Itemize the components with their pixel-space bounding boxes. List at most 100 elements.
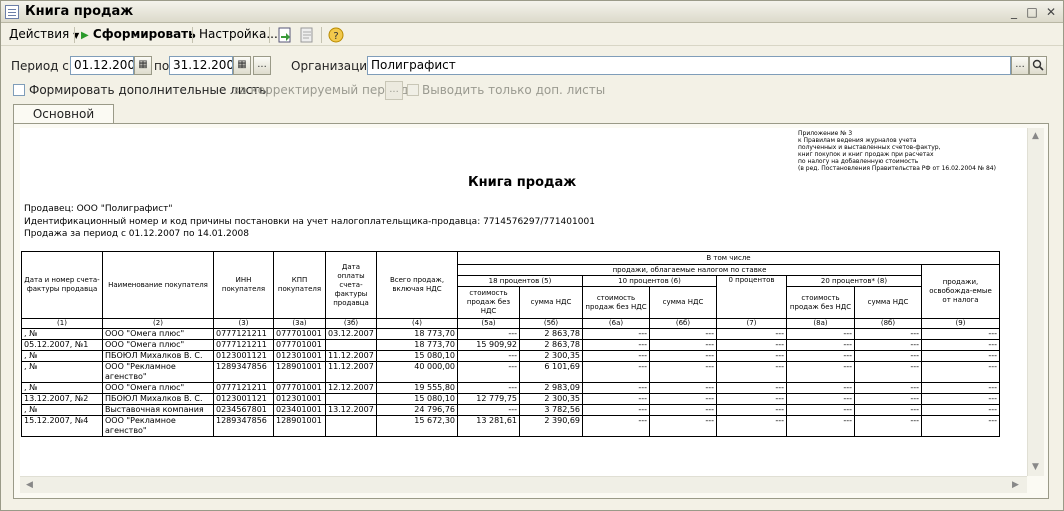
- period-to-input[interactable]: 31.12.2007: [169, 56, 233, 75]
- cell-c5b: 2 983,09: [519, 382, 583, 394]
- column-number: (8а): [786, 318, 855, 329]
- settings-button[interactable]: Настройка...: [199, 27, 278, 41]
- scroll-left-icon[interactable]: ◀: [26, 480, 33, 490]
- minimize-icon[interactable]: _: [1007, 5, 1021, 19]
- sales-book-window: Книга продаж _ □ ✕ Действия ▼ ▶ Сформиро…: [0, 0, 1064, 511]
- cell-c5b: 2 863,78: [519, 328, 583, 340]
- toolbar-divider: [192, 27, 193, 43]
- cell-kpp: 023401001: [273, 404, 326, 416]
- period-from-input[interactable]: 01.12.2007: [70, 56, 134, 75]
- column-number: (5б): [519, 318, 583, 329]
- cell-kpp: 077701001: [273, 328, 326, 340]
- toolbar-divider: [74, 27, 75, 43]
- appendix-line: к Правилам ведения журналов учета: [798, 137, 917, 144]
- cell-inn: 0777121211: [213, 328, 274, 340]
- corrected-period-button[interactable]: ...: [385, 81, 403, 100]
- corrected-period-label: за корректируемый период: [233, 83, 409, 97]
- cell-c8b: ---: [854, 404, 922, 416]
- cell-paid: [325, 415, 377, 437]
- cell-c9: ---: [921, 339, 1000, 351]
- close-icon[interactable]: ✕: [1044, 5, 1058, 19]
- cell-c8a: ---: [786, 382, 855, 394]
- column-number: (3б): [325, 318, 377, 329]
- table-row: , № ООО "Омега плюс" 0777121211 077701001 03…: [21, 328, 1000, 340]
- header-rate-0: 0 процентов: [716, 275, 787, 319]
- cell-c8b: ---: [854, 382, 922, 394]
- cell-inn: 0777121211: [213, 339, 274, 351]
- column-numbers-row: (1) (2) (3) (3а) (3б) (4) (5а) (5б) (6а) (6б) (7)(…: [21, 318, 1000, 329]
- only-additional-checkbox[interactable]: [407, 84, 419, 96]
- header-rate-18: 18 процентов (5): [457, 275, 583, 287]
- cell-date: 05.12.2007, №1: [21, 339, 103, 351]
- appendix-line: по налогу на добавленную стоимость: [798, 158, 919, 165]
- generate-button[interactable]: ▶ Сформировать: [81, 27, 196, 41]
- cell-inn: 1289347856: [213, 415, 274, 437]
- seller-line: Продавец: ООО "Полиграфист": [24, 204, 173, 214]
- cell-total: 40 000,00: [376, 361, 458, 383]
- actions-label: Действия: [9, 27, 70, 41]
- cell-c8b: ---: [854, 339, 922, 351]
- cell-total: 15 080,10: [376, 350, 458, 362]
- vertical-scrollbar[interactable]: ▲ ▼: [1027, 128, 1044, 476]
- cell-c6b: ---: [649, 404, 717, 416]
- table-row: 13.12.2007, №2 ПБОЮЛ Михалков В. С. 012300…: [21, 393, 1000, 405]
- help-icon[interactable]: ?: [328, 27, 344, 43]
- organization-input[interactable]: Полиграфист: [367, 56, 1011, 75]
- additional-sheets-checkbox[interactable]: [13, 84, 25, 96]
- scroll-right-icon[interactable]: ▶: [1012, 480, 1019, 490]
- report-title: Книга продаж: [468, 175, 577, 190]
- cell-c9: ---: [921, 404, 1000, 416]
- cell-c8a: ---: [786, 361, 855, 383]
- period-from-label: Период с:: [11, 59, 73, 73]
- scroll-down-icon[interactable]: ▼: [1032, 462, 1039, 472]
- maximize-icon[interactable]: □: [1025, 5, 1039, 19]
- import-icon[interactable]: [299, 27, 315, 43]
- table-row: , № ООО "Рекламное агенство" 1289347856 128…: [21, 361, 1000, 383]
- appendix-line: Приложение № 3: [798, 130, 853, 137]
- cell-c6b: ---: [649, 328, 717, 340]
- only-additional-label: Выводить только доп. листы: [422, 83, 606, 97]
- cell-c6a: ---: [582, 339, 650, 351]
- search-icon[interactable]: [1029, 56, 1047, 75]
- cell-c6a: ---: [582, 328, 650, 340]
- cell-c5b: 2 300,35: [519, 350, 583, 362]
- report-document: Приложение № 3к Правилам ведения журнало…: [20, 128, 1027, 476]
- cell-c5a: ---: [457, 382, 520, 394]
- cell-date: , №: [21, 328, 103, 340]
- cell-paid: [325, 393, 377, 405]
- table-body: , № ООО "Омега плюс" 0777121211 077701001 03…: [21, 328, 1000, 437]
- horizontal-scrollbar[interactable]: ◀ ▶: [20, 476, 1027, 493]
- cell-paid: 11.12.2007: [325, 361, 377, 383]
- cell-date: , №: [21, 404, 103, 416]
- organization-select-button[interactable]: ...: [1011, 56, 1029, 75]
- calendar-icon[interactable]: ▦: [134, 56, 152, 75]
- actions-menu[interactable]: Действия ▼: [9, 27, 79, 41]
- calendar-icon[interactable]: ▦: [233, 56, 251, 75]
- table-row: , № Выставочная компания 0234567801 0234010…: [21, 404, 1000, 416]
- cell-c5a: ---: [457, 361, 520, 383]
- period-select-button[interactable]: ...: [253, 56, 271, 75]
- svg-text:?: ?: [333, 31, 338, 42]
- cell-total: 15 080,10: [376, 393, 458, 405]
- cell-buyer: ООО "Рекламное агенство": [102, 415, 214, 437]
- cell-c9: ---: [921, 361, 1000, 383]
- cell-c9: ---: [921, 393, 1000, 405]
- cell-c8a: ---: [786, 404, 855, 416]
- export-icon[interactable]: [277, 27, 293, 43]
- appendix-line: (в ред. Постановления Правительства РФ о…: [798, 165, 996, 172]
- cell-c9: ---: [921, 328, 1000, 340]
- cell-c7: ---: [716, 382, 787, 394]
- column-number: (5а): [457, 318, 520, 329]
- table-row: 15.12.2007, №4 ООО "Рекламное агенство" 12…: [21, 415, 1000, 437]
- cell-c5b: 2 390,69: [519, 415, 583, 437]
- document-icon: [5, 5, 19, 19]
- window-title: Книга продаж: [25, 4, 134, 19]
- cell-c7: ---: [716, 350, 787, 362]
- cell-c6b: ---: [649, 382, 717, 394]
- cell-c6a: ---: [582, 393, 650, 405]
- title-bar: Книга продаж _ □ ✕: [1, 1, 1063, 23]
- scroll-up-icon[interactable]: ▲: [1032, 131, 1039, 141]
- tab-main-section[interactable]: Основной раздел: [13, 104, 114, 139]
- header-taxable: продажи, облагаемые налогом по ставке: [457, 264, 922, 276]
- cell-paid: 12.12.2007: [325, 382, 377, 394]
